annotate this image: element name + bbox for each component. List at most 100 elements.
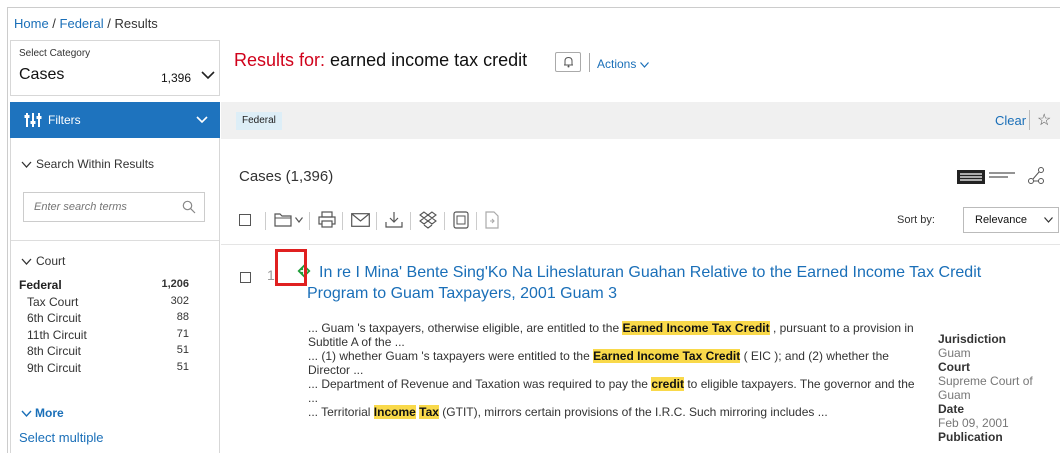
download-icon[interactable] [385, 211, 403, 229]
filter-sliders-icon [24, 113, 42, 127]
snippet-highlight: credit [651, 377, 685, 391]
date-value: Feb 09, 2001 [938, 416, 1009, 430]
dropbox-icon[interactable] [419, 211, 437, 229]
category-select[interactable]: Select Category Cases 1,396 [10, 40, 220, 96]
divider [376, 212, 377, 230]
star-icon[interactable]: ☆ [1037, 110, 1051, 130]
court-item-11th-circuit[interactable]: 11th Circuit 71 [19, 328, 189, 345]
snippet: ... Territorial Income Tax (GTIT), mirro… [308, 405, 915, 419]
category-count: 1,396 [161, 71, 192, 85]
print-icon[interactable] [318, 211, 336, 228]
court-item-federal[interactable]: Federal 1,206 [19, 278, 189, 295]
search-query: earned income tax credit [330, 50, 528, 70]
select-all-checkbox[interactable] [239, 214, 251, 226]
court-item-tax-court[interactable]: Tax Court 302 [19, 295, 189, 312]
jurisdiction-value: Guam [938, 346, 971, 360]
sort-value: Relevance [975, 214, 1027, 226]
divider [589, 53, 590, 72]
snippet-text: ... (1) whether Guam 's taxpayers were e… [308, 349, 594, 363]
main-content: Results for: earned income tax credit Ac… [221, 8, 1060, 453]
court-item-count: 71 [176, 327, 189, 340]
court-item-label: 8th Circuit [27, 344, 82, 358]
results-prefix: Results for: [234, 50, 326, 70]
snippet-highlight: Income [373, 405, 416, 419]
snippet-text: (GTIT), mirrors certain provisions of th… [438, 405, 828, 419]
snippet-text: ... Guam 's taxpayers, otherwise eligibl… [308, 321, 623, 335]
chevron-down-icon [21, 410, 32, 417]
sort-select[interactable]: Relevance [963, 207, 1059, 233]
result-checkbox[interactable] [240, 272, 251, 283]
email-icon[interactable] [351, 213, 370, 227]
left-panel: Home / Federal / Results Select Category… [8, 8, 221, 453]
court-item-count: 1,206 [161, 278, 189, 290]
snippet-text: ... Territorial [308, 405, 374, 419]
search-within-label: Search Within Results [36, 157, 155, 171]
clear-filters-link[interactable]: Clear [995, 113, 1026, 128]
chevron-down-icon [21, 258, 32, 265]
court-item-label: 9th Circuit [27, 360, 82, 375]
alert-button[interactable] [555, 52, 581, 72]
date-label: Date [938, 402, 965, 416]
actions-menu[interactable]: Actions [597, 57, 649, 71]
divider [444, 212, 445, 230]
breadcrumb-separator: / [103, 16, 115, 31]
export-icon[interactable] [485, 211, 499, 229]
list-view-icon[interactable] [957, 170, 985, 184]
divider [265, 212, 266, 230]
court-item-6th-circuit[interactable]: 6th Circuit 88 [19, 311, 189, 328]
graph-view-icon[interactable] [1026, 166, 1046, 186]
result-title-link[interactable]: In re I Mina' Bente Sing'Ko Na Liheslatu… [307, 262, 1037, 304]
filter-chip-federal[interactable]: Federal [236, 112, 282, 130]
snippet: ... (1) whether Guam 's taxpayers were e… [308, 349, 915, 377]
sort-label: Sort by: [897, 214, 935, 226]
court-item-count: 51 [176, 360, 189, 373]
search-within-input[interactable] [24, 193, 174, 221]
search-within-toggle[interactable]: Search Within Results [21, 157, 154, 171]
snippet-highlight: Earned Income Tax Credit [622, 321, 770, 335]
category-label: Select Category [19, 48, 91, 59]
snippet-text: ... Department of Revenue and Taxation w… [308, 377, 652, 391]
court-filter-label: Court [36, 254, 66, 268]
results-count-heading: Cases (1,396) [239, 168, 334, 185]
court-label: Court [938, 360, 970, 374]
breadcrumb-home[interactable]: Home [14, 16, 49, 31]
compact-view-icon[interactable] [988, 170, 1016, 184]
snippet: ... Guam 's taxpayers, otherwise eligibl… [308, 321, 915, 349]
chevron-down-icon [201, 71, 215, 80]
chevron-down-icon [639, 62, 649, 68]
court-item-label: 6th Circuit [27, 311, 82, 325]
breadcrumb: Home / Federal / Results [14, 16, 158, 31]
court-item-count: 51 [176, 344, 189, 356]
search-icon[interactable] [182, 200, 196, 214]
chevron-down-icon[interactable] [295, 217, 303, 223]
filters-panel: Search Within Results Court Federal 1,206… [10, 138, 220, 453]
chevron-down-icon [21, 161, 32, 168]
breadcrumb-federal[interactable]: Federal [60, 16, 104, 31]
filters-label: Filters [48, 113, 81, 127]
more-courts-link[interactable]: More [21, 406, 64, 420]
court-filter-list: Federal 1,206 Tax Court 302 6th Circuit 88 … [19, 278, 189, 377]
filters-toggle[interactable]: Filters [10, 102, 220, 138]
actions-label: Actions [597, 57, 637, 71]
applied-filters-bar: Federal Clear ☆ [221, 102, 1060, 139]
more-label: More [35, 406, 64, 420]
select-multiple-link[interactable]: Select multiple [19, 430, 104, 445]
page-title: Results for: earned income tax credit [234, 50, 527, 71]
page-frame: Home / Federal / Results Select Category… [7, 7, 1060, 453]
divider [476, 212, 477, 230]
court-item-8th-circuit[interactable]: 8th Circuit 51 [19, 344, 189, 361]
folder-icon[interactable] [274, 211, 292, 227]
court-item-count: 88 [176, 311, 189, 323]
divider [1029, 110, 1030, 130]
snippet-highlight: Earned Income Tax Credit [593, 349, 741, 363]
court-item-label: Federal [19, 278, 62, 292]
divider [11, 240, 219, 241]
court-filter-toggle[interactable]: Court [21, 254, 65, 268]
snippet: ... Department of Revenue and Taxation w… [308, 377, 915, 405]
court-item-label: Tax Court [27, 294, 79, 309]
copy-icon[interactable] [453, 211, 469, 229]
divider [342, 212, 343, 230]
court-item-9th-circuit[interactable]: 9th Circuit 51 [19, 361, 189, 378]
chevron-down-icon [196, 116, 208, 124]
court-item-count: 302 [170, 294, 189, 307]
